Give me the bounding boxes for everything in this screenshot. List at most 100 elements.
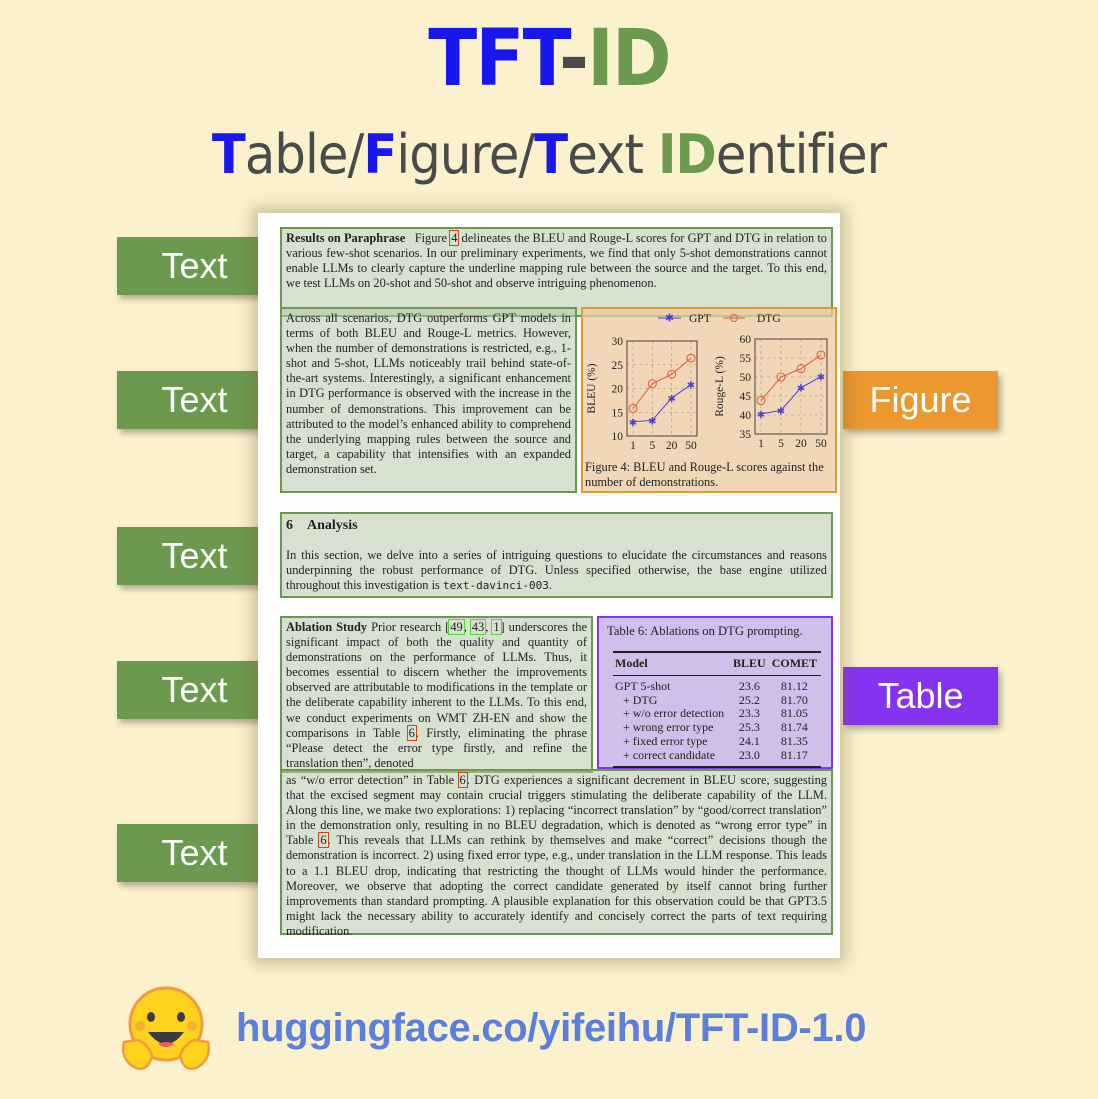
cell-comet: 81.17 [769,748,822,768]
cell-bleu: 25.2 [738,692,760,707]
figure-4-charts: ✱ GPT DTG 1 5 20 501015202530BLEU (%)✱ ✱✱✱ 1… [586,313,828,452]
legend-gpt-label: GPT [689,313,711,325]
label-table: Table [843,667,998,725]
subtitle-hl-3: ID [657,123,717,186]
title-id: ID [587,14,671,104]
cell-comet: 81.70 [780,692,808,707]
col-header-comet: COMET [769,651,822,676]
y-tick-label: 10 [612,431,624,443]
data-point-gpt: ✱ [757,410,765,421]
bleu-chart: 1 5 20 501015202530BLEU (%)✱ ✱✱✱ [586,336,698,452]
document-page: Results on Paraphrase Figure 4 delineate… [258,213,840,958]
data-point-gpt: ✱ [648,416,656,427]
y-axis-label: Rouge-L (%) [714,356,726,417]
cell-bleu: 23.3 [738,706,760,721]
cell-model: GPT 5-shot [615,678,671,693]
data-point-gpt: ✱ [687,381,695,392]
huggingface-link[interactable]: huggingface.co/yifeihu/TFT-ID-1.0 [236,1000,866,1056]
cell-bleu: 23.0 [731,748,770,768]
label-text-5: Text [117,824,272,882]
x-tick-label: 20 [795,438,807,450]
title-dash: - [559,14,589,104]
block1-heading: Results on Paraphrase [286,231,406,245]
text-block-analysis: 6 Analysis In this section, we delve int… [280,512,833,598]
text-block-across-scenarios: Across all scenarios, DTG outperforms GP… [280,307,577,493]
table-row: + wrong error type 25.3 81.74 [613,720,821,735]
subtitle-rest-1: igure/ [396,123,535,186]
citation-ref-49[interactable]: 49 [448,619,465,635]
data-point-gpt: ✱ [667,394,675,405]
cell-comet: 81.12 [780,678,808,693]
text-block-ablation-continued: as “w/o error detection” in Table 6. DTG… [280,769,833,938]
table-row: + w/o error detection 23.3 81.05 [613,707,821,721]
series-line-dtg [632,357,692,409]
cell-comet: 81.74 [780,720,808,735]
table-block: Table 6: Ablations on DTG prompting. Mod… [597,616,833,769]
cell-model: + wrong error type [623,720,714,735]
y-tick-label: 15 [612,407,624,419]
subtitle-rest-3: entifier [715,123,887,186]
label-figure: Figure [843,371,998,429]
legend: ✱ GPT DTG [658,313,781,325]
x-tick-label: 20 [666,440,678,452]
cell-model: + w/o error detection [623,706,725,721]
table-ref-link[interactable]: 6 [406,724,417,741]
page-title: TFT-ID [44,14,1054,104]
section-heading: 6 Analysis [286,518,827,533]
table-ref-link-3[interactable]: 6 [318,832,329,849]
x-tick-label: 50 [685,440,697,452]
series-line-gpt [760,376,822,415]
cell-model: + correct candidate [613,748,731,768]
block4-pre: Prior research [ [367,620,450,634]
legend-dtg-label: DTG [757,313,781,325]
subtitle-hl-0: T [211,123,246,186]
title-tft: TFT [428,14,561,104]
text-block-results-paraphrase: Results on Paraphrase Figure 4 delineate… [280,227,833,317]
cell-bleu: 24.1 [738,734,760,749]
page-subtitle: Table/Figure/Text IDentifier [44,118,1054,192]
y-tick-label: 25 [612,360,624,372]
figure-caption: Figure 4: BLEU and Rouge-L scores agains… [585,460,824,489]
table-row: GPT 5-shot 23.6 81.12 [613,675,821,693]
engine-code: text-davinci-003 [442,579,549,593]
y-tick-label: 45 [740,391,752,403]
x-tick-label: 1 [758,438,764,450]
y-tick-label: 55 [740,353,752,365]
data-point-gpt: ✱ [777,406,785,417]
y-axis-label: BLEU (%) [586,363,598,413]
table-ref-link-2[interactable]: 6 [457,772,468,788]
data-point-gpt: ✱ [817,373,825,384]
cell-model: + fixed error type [623,734,708,749]
y-tick-label: 50 [740,372,752,384]
block4-body: ] underscores the significant impact of … [286,620,587,740]
ablation-table: Model BLEU COMET GPT 5-shot 23.6 81.12 + DT… [613,651,822,768]
x-tick-label: 1 [630,440,636,452]
y-tick-label: 20 [612,384,624,396]
series-line-gpt [632,384,692,423]
subtitle-hl-2: T [534,123,568,186]
text-block-ablation-study: Ablation Study Prior research [49, 43, 1… [280,616,593,773]
data-point-gpt: ✱ [629,418,637,429]
block3-end: . [548,578,553,593]
label-text-3: Text [117,527,272,585]
block3-body: In this section, we delve into a series … [286,548,827,593]
cell-bleu: 25.3 [738,720,760,735]
table-caption: Table 6: Ablations on DTG prompting. [607,624,803,638]
data-point-gpt: ✱ [797,384,805,395]
y-tick-label: 30 [612,336,624,348]
y-tick-label: 40 [740,410,752,422]
x-tick-label: 5 [649,440,655,452]
subtitle-hl-1: F [363,123,397,186]
citation-ref-1[interactable]: 1 [491,619,502,635]
citation-ref-43[interactable]: 43 [469,619,487,635]
y-tick-label: 35 [740,429,752,441]
x-tick-label: 50 [815,438,827,450]
label-text-1: Text [117,237,272,295]
table-row: + DTG 25.2 81.70 [613,692,821,708]
col-header-model: Model [613,651,731,676]
legend-gpt-marker: ✱ [665,313,674,325]
block2-body: Across all scenarios, DTG outperforms GP… [286,311,571,476]
rouge-chart: 1 5 20 50 35 40 45 50 55 60 Rouge-L (%) ✱ ✱ ✱ ✱ [714,334,828,450]
series-line-dtg [760,354,822,401]
cell-comet: 81.05 [780,706,808,721]
